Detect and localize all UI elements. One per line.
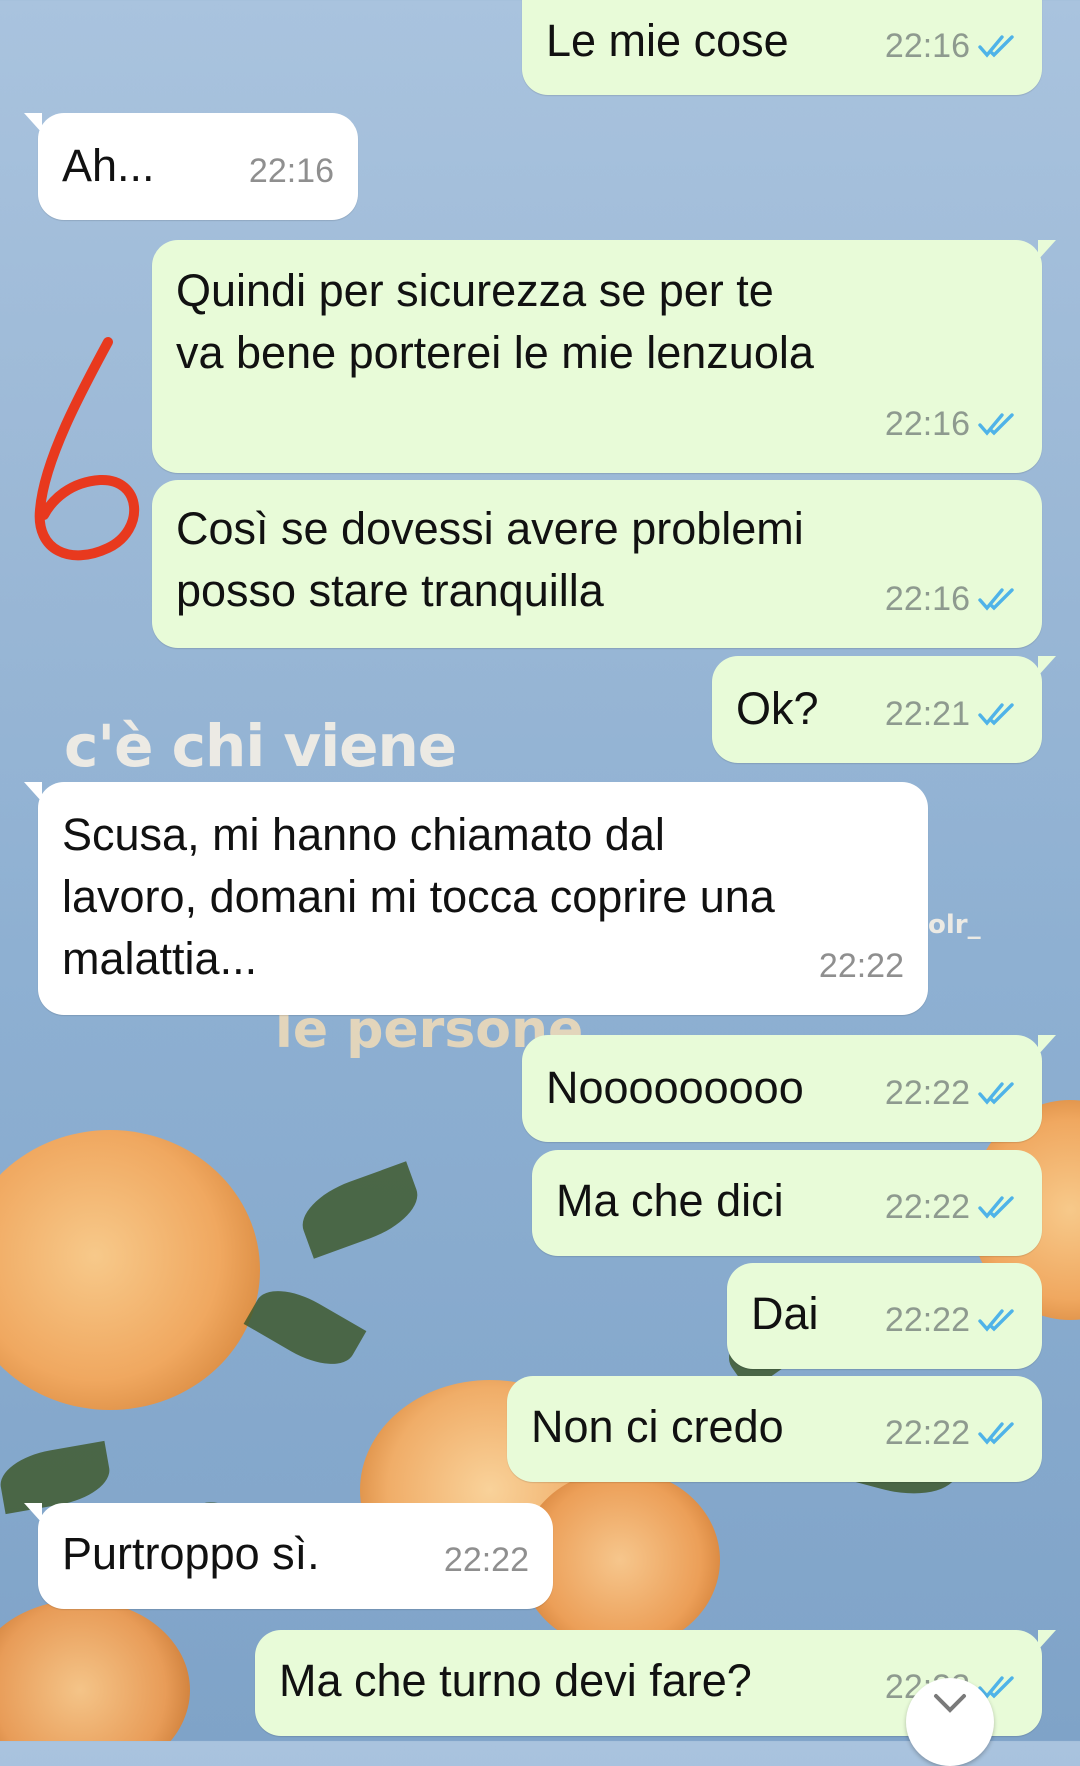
message-text: Non ci credo bbox=[531, 1401, 784, 1452]
read-double-check-icon bbox=[978, 1082, 1014, 1105]
wallpaper-text-line1: c'è chi viene bbox=[64, 712, 457, 780]
message-time: 22:22 bbox=[884, 1074, 970, 1112]
read-double-check-icon bbox=[978, 588, 1014, 611]
read-double-check-icon bbox=[978, 1309, 1014, 1332]
message-text: Quindi per sicurezza se per te va bene p… bbox=[176, 265, 814, 378]
message-outgoing[interactable]: Ok? 22:21 bbox=[712, 656, 1056, 763]
message-time: 22:21 bbox=[884, 695, 970, 733]
message-text: Scusa, mi hanno chiamato dal lavoro, dom… bbox=[62, 809, 775, 984]
message-incoming[interactable]: Scusa, mi hanno chiamato dal lavoro, dom… bbox=[24, 782, 928, 1015]
message-time: 22:16 bbox=[884, 405, 970, 443]
message-text: Dai bbox=[751, 1288, 819, 1339]
message-text: Ah... bbox=[62, 140, 155, 191]
wallpaper-text-line3: olr_ bbox=[928, 910, 981, 940]
message-text: Le mie cose bbox=[546, 15, 789, 66]
scroll-to-bottom-button[interactable] bbox=[906, 1678, 994, 1766]
message-time: 22:16 bbox=[884, 27, 970, 65]
message-time: 22:22 bbox=[443, 1541, 529, 1579]
read-double-check-icon bbox=[978, 1422, 1014, 1445]
message-time: 22:16 bbox=[884, 580, 970, 618]
message-time: 22:16 bbox=[248, 152, 334, 190]
message-outgoing[interactable]: Così se dovessi avere problemi posso sta… bbox=[152, 480, 1042, 648]
read-double-check-icon bbox=[978, 1196, 1014, 1219]
message-incoming[interactable]: Purtroppo sì. 22:22 bbox=[24, 1503, 553, 1609]
message-time: 22:22 bbox=[884, 1414, 970, 1452]
message-time: 22:22 bbox=[884, 1301, 970, 1339]
message-text: Ok? bbox=[736, 683, 819, 734]
message-text: Ma che dici bbox=[556, 1175, 784, 1226]
message-time: 22:22 bbox=[884, 1188, 970, 1226]
message-text: Così se dovessi avere problemi posso sta… bbox=[176, 503, 804, 616]
message-text: Purtroppo sì. bbox=[62, 1528, 320, 1579]
message-outgoing[interactable]: Nooooooooo 22:22 bbox=[522, 1035, 1056, 1142]
handwritten-six-annotation bbox=[34, 337, 139, 561]
message-outgoing[interactable]: Le mie cose 22:16 bbox=[522, 0, 1042, 95]
read-double-check-icon bbox=[978, 703, 1014, 726]
read-double-check-icon bbox=[978, 35, 1014, 58]
read-double-check-icon bbox=[978, 413, 1014, 436]
message-outgoing[interactable]: Ma che dici 22:22 bbox=[532, 1150, 1042, 1256]
message-outgoing[interactable]: Non ci credo 22:22 bbox=[507, 1376, 1042, 1482]
message-incoming[interactable]: Ah... 22:16 bbox=[24, 113, 358, 220]
message-outgoing[interactable]: Dai 22:22 bbox=[727, 1263, 1042, 1369]
message-time: 22:22 bbox=[818, 947, 904, 985]
message-outgoing[interactable]: Quindi per sicurezza se per te va bene p… bbox=[152, 240, 1056, 473]
message-outgoing[interactable]: Ma che turno devi fare? 22:22 bbox=[255, 1630, 1056, 1766]
message-text: Nooooooooo bbox=[546, 1062, 804, 1113]
chevron-down-icon bbox=[934, 1694, 966, 1713]
message-text: Ma che turno devi fare? bbox=[279, 1655, 752, 1706]
